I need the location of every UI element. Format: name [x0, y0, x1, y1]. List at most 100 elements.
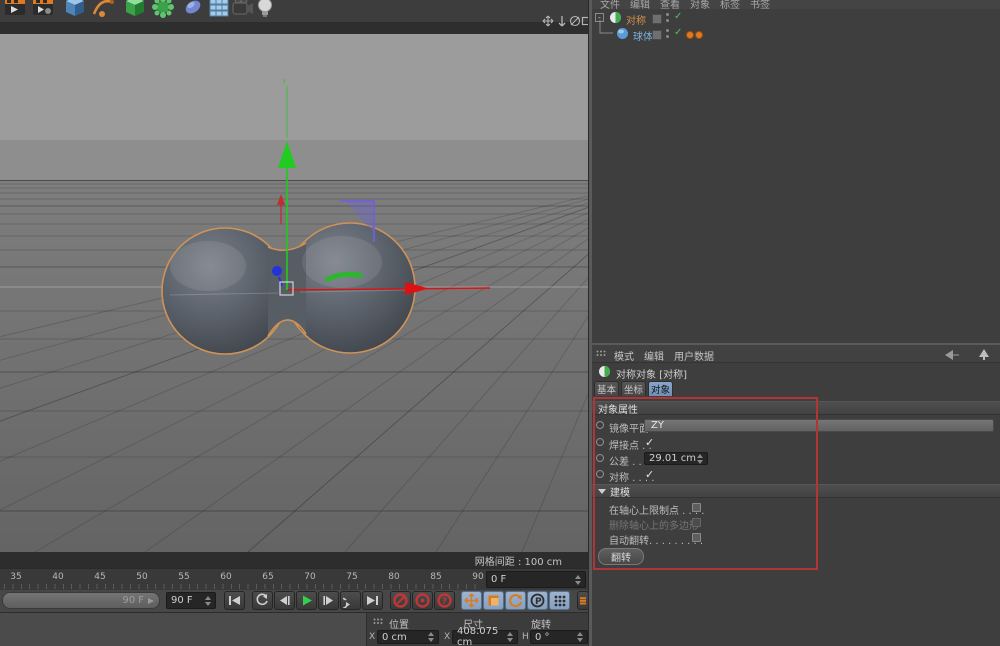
object-properties-header[interactable]: 对象属性 — [592, 401, 1000, 415]
om-menu-file[interactable]: 文件 — [600, 0, 620, 9]
tolerance-field[interactable]: 29.01 cm — [644, 452, 708, 465]
rotation-header: 旋转 — [531, 616, 551, 631]
om-menu-view[interactable]: 查看 — [660, 0, 680, 9]
animation-dot-icon[interactable] — [596, 438, 604, 446]
size-x-field[interactable]: 408.075 cm — [452, 630, 518, 644]
attribute-title: 对称对象 [对称] — [616, 366, 687, 381]
top-toolbar — [0, 0, 590, 23]
om-menu-edit[interactable]: 编辑 — [630, 0, 650, 9]
enabled-check-icon[interactable]: ✓ — [674, 11, 682, 22]
record-pla-toggle[interactable] — [549, 591, 570, 610]
play-backwards-button[interactable] — [252, 591, 273, 610]
history-back-icon[interactable] — [944, 349, 960, 364]
history-up-icon[interactable] — [976, 348, 992, 363]
add-generator-icon[interactable] — [122, 0, 148, 20]
z-axis-handle[interactable] — [272, 266, 282, 276]
field-stepper-icon[interactable] — [428, 632, 434, 642]
animation-dot-icon[interactable] — [596, 421, 604, 429]
symmetry-object-icon — [598, 365, 611, 378]
weld-points-row: 焊接点 . . ✓ — [592, 436, 1000, 450]
goto-end-button[interactable] — [362, 591, 383, 610]
timeline-ruler[interactable]: 35 40 45 50 55 60 65 70 75 80 85 90 0 F — [0, 568, 590, 591]
animation-dot-icon[interactable] — [596, 470, 604, 478]
slider-grip-icon[interactable] — [147, 597, 155, 605]
frame-stepper-icon[interactable] — [575, 575, 581, 585]
record-keyframe-button[interactable] — [390, 591, 411, 610]
position-x-field[interactable]: 0 cm — [377, 630, 439, 644]
am-menu-userdata[interactable]: 用户数据 — [674, 348, 714, 363]
flip-button[interactable]: 翻转 — [598, 548, 644, 565]
enabled-check-icon[interactable]: ✓ — [674, 27, 682, 38]
record-rotation-toggle[interactable] — [505, 591, 526, 610]
field-stepper-icon[interactable] — [577, 632, 583, 642]
om-menu-objects[interactable]: 对象 — [690, 0, 710, 9]
autokeying-button[interactable] — [412, 591, 433, 610]
loop-playback-button[interactable] — [340, 591, 361, 610]
add-deformer-icon[interactable] — [150, 0, 176, 20]
attribute-title-row: 对称对象 [对称] — [592, 363, 1000, 380]
position-header: 位置 — [389, 616, 409, 631]
symmetry-checkbox[interactable]: ✓ — [645, 468, 654, 481]
ruler-minor-ticks — [4, 584, 480, 589]
am-menu-edit[interactable]: 编辑 — [644, 348, 664, 363]
zoom-view-icon[interactable] — [556, 15, 568, 27]
mirror-plane-label: 镜像平面 — [609, 420, 649, 435]
y-axis-label: Y — [281, 78, 287, 86]
ruler-tick: 65 — [258, 572, 278, 582]
current-frame-field[interactable]: 0 F — [486, 571, 586, 588]
pan-view-icon[interactable] — [542, 15, 554, 27]
rotation-h-field[interactable]: 0 ° — [530, 630, 588, 644]
add-spline-object-icon[interactable] — [180, 0, 206, 20]
max-frame-field[interactable]: 90 F — [166, 592, 216, 609]
object-row-sphere[interactable]: 球体 ✓ — [592, 26, 1000, 42]
attribute-tabs: 基本 坐标 对象 — [594, 381, 1000, 396]
tab-coordinates[interactable]: 坐标 — [621, 381, 646, 396]
viewport-3d[interactable]: Y — [0, 34, 590, 552]
clamp-points-checkbox[interactable] — [692, 503, 701, 512]
goto-start-button[interactable] — [224, 591, 245, 610]
field-stepper-icon[interactable] — [697, 454, 703, 464]
object-manager-menubar: 文件 编辑 查看 对象 标签 书签 — [592, 0, 1000, 9]
object-name[interactable]: 球体 — [633, 28, 653, 43]
next-frame-button[interactable] — [318, 591, 339, 610]
layer-toggle-icon[interactable] — [652, 14, 662, 24]
mirror-plane-dropdown[interactable]: ZY — [644, 419, 994, 432]
om-menu-bookmark[interactable]: 书签 — [750, 0, 770, 9]
layer-toggle-icon[interactable] — [652, 30, 662, 40]
transport-bar: 90 F 90 F ? P — [0, 590, 590, 612]
keyframe-selection-button[interactable]: ? — [434, 591, 455, 610]
symmetry-row: 对称 . . . . ✓ — [592, 468, 1000, 482]
render-view-icon[interactable] — [2, 0, 28, 20]
record-parameter-toggle[interactable]: P — [527, 591, 548, 610]
tab-basic[interactable]: 基本 — [594, 381, 619, 396]
play-button[interactable] — [296, 591, 317, 610]
weld-points-checkbox[interactable]: ✓ — [645, 436, 654, 449]
add-array-icon[interactable] — [206, 0, 232, 20]
auto-flip-checkbox[interactable] — [692, 533, 701, 542]
previous-frame-button[interactable] — [274, 591, 295, 610]
field-stepper-icon[interactable] — [507, 632, 513, 642]
am-menu-mode[interactable]: 模式 — [614, 348, 634, 363]
record-scale-toggle[interactable] — [483, 591, 504, 610]
tab-object[interactable]: 对象 — [648, 381, 673, 396]
tag-icon[interactable] — [695, 31, 703, 39]
timeline-range-slider[interactable]: 90 F — [2, 592, 160, 609]
record-position-toggle[interactable] — [461, 591, 482, 610]
add-cube-icon[interactable] — [62, 0, 88, 20]
object-name[interactable]: 对称 — [626, 12, 646, 27]
viewport-scene: Y — [0, 34, 590, 552]
attribute-manager-menubar: 模式 编辑 用户数据 — [592, 345, 1000, 363]
add-light-icon[interactable] — [252, 0, 278, 20]
rotate-view-icon[interactable] — [569, 15, 581, 27]
frame-stepper-icon[interactable] — [205, 596, 211, 606]
bottom-empty-area — [0, 612, 366, 646]
panel-grip-icon[interactable] — [373, 618, 383, 626]
modeling-section-header[interactable]: 建模 — [592, 484, 1000, 498]
panel-grip-icon[interactable] — [596, 350, 608, 358]
object-row-symmetry[interactable]: - 对称 ✓ — [592, 10, 1000, 26]
spline-pen-icon[interactable] — [90, 0, 116, 20]
render-settings-icon[interactable] — [30, 0, 56, 20]
tag-icon[interactable] — [686, 31, 694, 39]
animation-dot-icon[interactable] — [596, 454, 604, 462]
om-menu-tags[interactable]: 标签 — [720, 0, 740, 9]
